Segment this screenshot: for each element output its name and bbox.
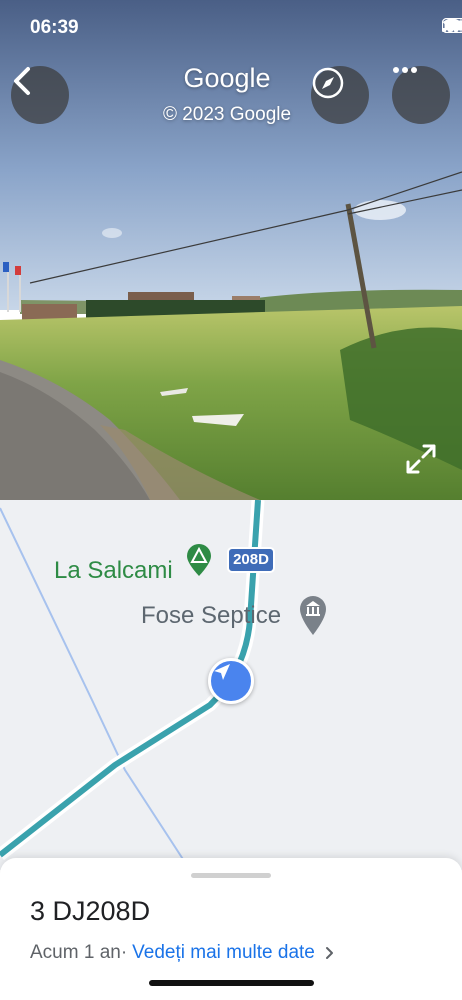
street-view-title: Google xyxy=(183,63,271,93)
chevron-right-icon[interactable] xyxy=(325,946,335,960)
navigation-arrow-icon xyxy=(214,664,230,680)
poi-label-fose-septice[interactable]: Fose Septice xyxy=(141,602,281,630)
see-more-dates-link[interactable]: Vedeți mai multe date xyxy=(132,942,315,964)
campground-icon xyxy=(187,544,211,576)
status-time: 06:39 xyxy=(30,17,79,38)
imagery-date: Acum 1 an xyxy=(30,942,121,963)
compass-icon xyxy=(312,67,344,99)
more-options-button[interactable] xyxy=(392,66,450,124)
poi-label-la-salcami[interactable]: La Salcami xyxy=(54,557,173,585)
street-view-panorama[interactable]: 06:39 Google © 2023 Google xyxy=(0,0,462,500)
street-view-copyright: © 2023 Google xyxy=(162,104,292,125)
imagery-date-row: Acum 1 an · Vedeți mai multe date xyxy=(30,942,335,964)
place-title: 3 DJ208D xyxy=(30,896,151,926)
bottom-sheet[interactable]: 3 DJ208D Acum 1 an · Vedeți mai multe da… xyxy=(0,858,462,1000)
more-icon xyxy=(393,67,417,73)
meta-separator: · xyxy=(120,942,128,963)
battery-icon xyxy=(442,18,462,33)
status-bar: 06:39 xyxy=(0,0,462,56)
compass-button[interactable] xyxy=(311,66,369,124)
expand-icon xyxy=(406,444,436,474)
institution-icon xyxy=(300,596,326,635)
current-position-marker[interactable] xyxy=(208,658,254,704)
drag-handle[interactable] xyxy=(191,873,271,878)
home-indicator xyxy=(149,980,314,986)
map-view[interactable]: La Salcami 208D Fose Septice xyxy=(0,500,462,870)
expand-button[interactable] xyxy=(404,442,438,476)
road-shield: 208D xyxy=(227,547,275,573)
